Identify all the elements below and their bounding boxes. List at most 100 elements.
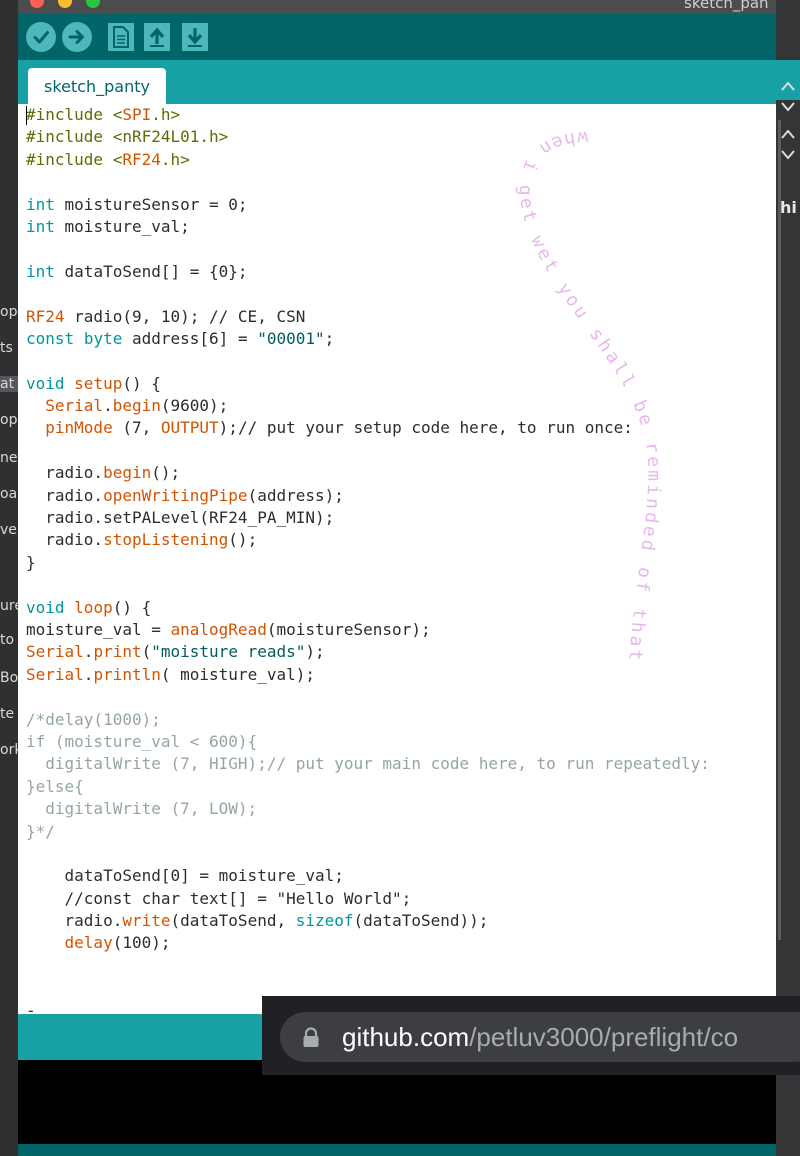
code-token: radio.setPALevel(RF24_PA_MIN); bbox=[26, 508, 335, 528]
code-line: }else{ bbox=[26, 776, 710, 798]
code-token: moistureSensor = 0; bbox=[54, 194, 248, 214]
code-token: Serial bbox=[45, 396, 104, 416]
code-token: moisture_val; bbox=[54, 216, 190, 236]
open-sketch-button[interactable] bbox=[144, 23, 170, 51]
bottom-status-bar bbox=[18, 1144, 776, 1156]
code-line: moisture_val = analogRead(moistureSensor… bbox=[26, 619, 710, 641]
background-text-fragment: ve bbox=[0, 522, 17, 538]
code-line: #include <RF24.h> bbox=[26, 149, 710, 171]
code-token: (); bbox=[228, 530, 258, 550]
code-token: (address); bbox=[247, 485, 344, 505]
code-token: digitalWrite (7, LOW); bbox=[26, 799, 258, 819]
chevron-down-icon[interactable] bbox=[780, 148, 796, 160]
window-title: sketch_pan bbox=[684, 0, 769, 12]
url-host: github.com bbox=[342, 1022, 470, 1052]
code-line: digitalWrite (7, HIGH);// put your main … bbox=[26, 753, 710, 775]
chevron-down-icon[interactable] bbox=[780, 100, 796, 112]
minimize-window-button[interactable] bbox=[58, 0, 72, 8]
code-token: .h> bbox=[151, 105, 181, 124]
code-line: #include <SPI.h> bbox=[26, 104, 710, 126]
url-bar[interactable]: github.com/petluv3000/preflight/co bbox=[280, 1012, 800, 1062]
code-line: int moistureSensor = 0; bbox=[26, 194, 710, 216]
background-text-fragment: Bot bbox=[0, 670, 20, 686]
code-token: );// put your setup code here, to run on… bbox=[218, 418, 633, 438]
background-text-fragment: hi bbox=[780, 198, 797, 217]
code-token: //const char text[] = "Hello World"; bbox=[26, 888, 412, 908]
url-path: /petluv3000/preflight/co bbox=[469, 1022, 739, 1052]
code-token: begin bbox=[103, 463, 152, 483]
code-line: Serial.println( moisture_val); bbox=[26, 664, 710, 686]
code-line: pinMode (7, OUTPUT);// put your setup co… bbox=[26, 417, 710, 439]
code-token: println bbox=[93, 664, 161, 684]
url-overlay: github.com/petluv3000/preflight/co bbox=[262, 996, 800, 1075]
lock-icon bbox=[303, 1027, 319, 1047]
code-token: openWritingPipe bbox=[103, 485, 248, 505]
url-text: github.com/petluv3000/preflight/co bbox=[342, 1022, 738, 1053]
code-token: (moistureSensor); bbox=[266, 619, 431, 639]
zoom-window-button[interactable] bbox=[86, 0, 100, 8]
code-token: void bbox=[26, 373, 65, 393]
code-line: dataToSend[0] = moisture_val; bbox=[26, 865, 710, 887]
upload-button[interactable] bbox=[62, 22, 92, 52]
code-line: /*delay(1000); bbox=[26, 709, 710, 731]
code-token: sizeof bbox=[295, 911, 354, 931]
code-token: #include < bbox=[26, 105, 123, 124]
code-token: begin bbox=[112, 396, 161, 416]
code-editor[interactable]: #include <SPI.h> #include <nRF24L01.h> #in… bbox=[18, 104, 776, 1014]
code-line: radio.begin(); bbox=[26, 462, 710, 484]
background-text-fragment: ts bbox=[0, 340, 13, 356]
new-sketch-button[interactable] bbox=[108, 23, 134, 51]
chevron-up-icon[interactable] bbox=[780, 80, 796, 92]
code-token: - bbox=[26, 1000, 36, 1014]
background-text-fragment: op bbox=[0, 412, 18, 428]
code-token: radio. bbox=[26, 463, 104, 483]
code-line: //const char text[] = "Hello World"; bbox=[26, 888, 710, 910]
code-token: (100); bbox=[112, 933, 171, 953]
background-scroll-track bbox=[778, 120, 781, 940]
code-token: int bbox=[26, 261, 55, 281]
code-token: (); bbox=[151, 463, 181, 483]
code-line: radio.setPALevel(RF24_PA_MIN); bbox=[26, 507, 710, 529]
code-token: . bbox=[83, 664, 94, 684]
code-token: /*delay(1000); bbox=[26, 709, 161, 729]
code-token: dataToSend[] = {0}; bbox=[54, 261, 248, 281]
code-token: OUTPUT bbox=[160, 418, 219, 438]
code-line: void setup() { bbox=[26, 373, 710, 395]
code-line: radio.stopListening(); bbox=[26, 529, 710, 551]
background-text-fragment: to bbox=[0, 632, 15, 648]
save-sketch-button[interactable] bbox=[182, 23, 208, 51]
arrow-down-icon bbox=[187, 28, 203, 47]
code-token: SPI bbox=[122, 105, 152, 124]
code-line: const byte address[6] = "00001"; bbox=[26, 328, 710, 350]
tab-bar: sketch_panty bbox=[18, 60, 776, 104]
code-token: () { bbox=[122, 373, 161, 393]
arrow-up-icon bbox=[149, 27, 165, 47]
code-token: radio. bbox=[26, 485, 104, 505]
code-token: delay bbox=[64, 933, 113, 953]
tab-sketch[interactable]: sketch_panty bbox=[28, 68, 166, 104]
chevron-up-icon[interactable] bbox=[780, 128, 796, 140]
text-cursor bbox=[26, 106, 27, 125]
close-window-button[interactable] bbox=[30, 0, 44, 8]
code-token: ); bbox=[305, 642, 325, 662]
code-token: loop bbox=[74, 597, 113, 617]
code-token: .h> bbox=[160, 149, 190, 169]
code-token: radio(9, 10); // CE, CSN bbox=[64, 306, 306, 326]
code-line: void loop() { bbox=[26, 597, 710, 619]
code-line: delay(100); bbox=[26, 932, 710, 954]
code-line: int dataToSend[] = {0}; bbox=[26, 261, 710, 283]
arduino-ide-window: sketch_pan sketch_panty #include <SPI.h>… bbox=[18, 0, 776, 1156]
code-token: address[6] = bbox=[122, 328, 258, 348]
code-token: if (moisture_val < 600){ bbox=[26, 731, 258, 751]
code-token: RF24 bbox=[26, 306, 65, 326]
background-text-fragment: at bbox=[0, 376, 20, 392]
verify-button[interactable] bbox=[26, 22, 56, 52]
